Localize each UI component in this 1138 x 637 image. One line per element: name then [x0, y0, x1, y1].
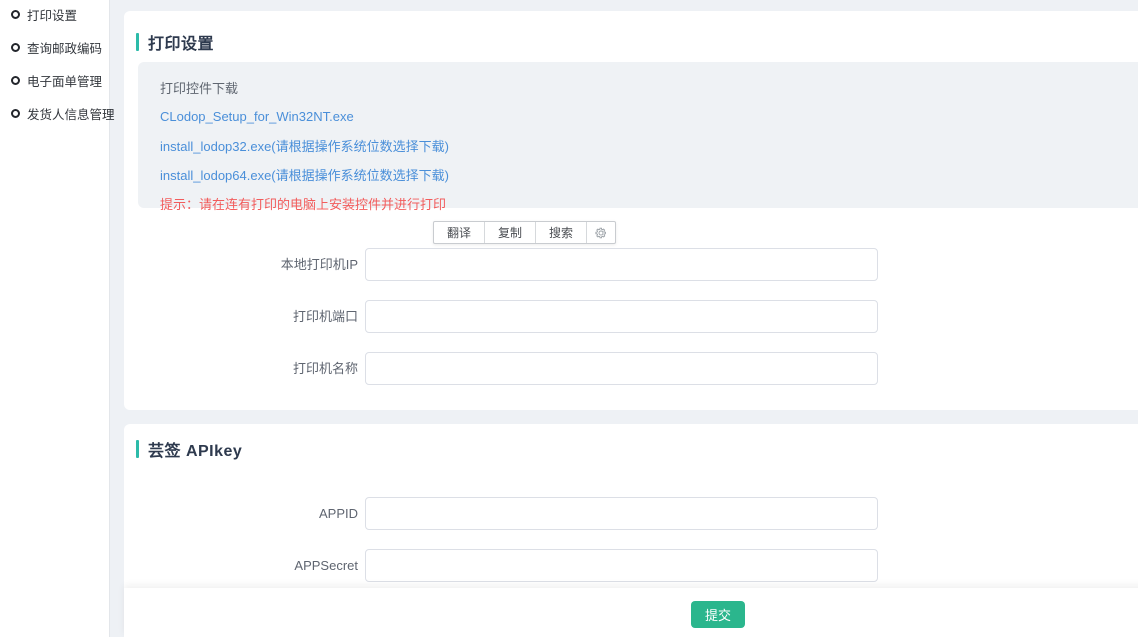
- print-settings-title: 打印设置: [136, 30, 214, 54]
- copy-button[interactable]: 复制: [484, 222, 535, 243]
- sidebar: 打印设置 查询邮政编码 电子面单管理 发货人信息管理: [0, 0, 110, 637]
- circle-bullet-icon: [11, 76, 20, 85]
- appid-input[interactable]: [365, 497, 878, 530]
- circle-bullet-icon: [11, 10, 20, 19]
- form-row-appid: APPID: [124, 497, 1138, 530]
- appsecret-input[interactable]: [365, 549, 878, 582]
- circle-bullet-icon: [11, 43, 20, 52]
- printer-port-label: 打印机端口: [124, 300, 358, 333]
- print-control-download-box: 打印控件下载 CLodop_Setup_for_Win32NT.exe inst…: [138, 62, 1138, 208]
- form-row-printer-port: 打印机端口: [124, 300, 1138, 333]
- search-button[interactable]: 搜索: [535, 222, 586, 243]
- sidebar-item-label: 发货人信息管理: [27, 104, 115, 123]
- sidebar-item-label: 查询邮政编码: [27, 38, 102, 57]
- appsecret-label: APPSecret: [124, 549, 358, 582]
- translate-button[interactable]: 翻译: [434, 222, 484, 243]
- apikey-title: 芸签 APIkey: [136, 437, 242, 461]
- download-link-lodop32[interactable]: install_lodop32.exe(请根据操作系统位数选择下载): [160, 131, 1138, 160]
- sidebar-item-ewaybill-management[interactable]: 电子面单管理: [0, 70, 109, 90]
- print-settings-card: 打印设置 打印控件下载 CLodop_Setup_for_Win32NT.exe…: [124, 11, 1138, 410]
- sidebar-item-postal-code-query[interactable]: 查询邮政编码: [0, 37, 109, 57]
- form-row-printer-name: 打印机名称: [124, 352, 1138, 385]
- install-tip-text: 提示：请在连有打印的电脑上安装控件并进行打印: [160, 189, 1138, 218]
- page: 打印设置 查询邮政编码 电子面单管理 发货人信息管理 打印设置 打印控件下载 C…: [0, 0, 1138, 637]
- printer-ip-input[interactable]: [365, 248, 878, 281]
- submit-button[interactable]: 提交: [691, 601, 745, 628]
- circle-bullet-icon: [11, 109, 20, 118]
- printer-port-input[interactable]: [365, 300, 878, 333]
- appid-label: APPID: [124, 497, 358, 530]
- sidebar-item-print-settings[interactable]: 打印设置: [0, 4, 109, 24]
- form-footer: 提交: [124, 588, 1138, 637]
- download-link-clodop[interactable]: CLodop_Setup_for_Win32NT.exe: [160, 102, 1138, 131]
- sidebar-item-label: 打印设置: [27, 5, 77, 24]
- form-row-printer-ip: 本地打印机IP: [124, 248, 1138, 281]
- printer-name-input[interactable]: [365, 352, 878, 385]
- gear-icon[interactable]: [586, 222, 615, 243]
- printer-ip-label: 本地打印机IP: [124, 248, 358, 281]
- title-accent-bar: [136, 33, 139, 51]
- sidebar-item-label: 电子面单管理: [27, 71, 102, 90]
- text-selection-popup: 翻译 复制 搜索: [433, 221, 616, 244]
- title-accent-bar: [136, 440, 139, 458]
- page-title: 打印设置: [148, 30, 214, 54]
- sidebar-item-shipper-info-management[interactable]: 发货人信息管理: [0, 103, 109, 123]
- download-link-lodop64[interactable]: install_lodop64.exe(请根据操作系统位数选择下载): [160, 160, 1138, 189]
- download-box-heading: 打印控件下载: [160, 73, 1138, 102]
- section-title-text: 芸签 APIkey: [148, 437, 242, 461]
- printer-name-label: 打印机名称: [124, 352, 358, 385]
- form-row-appsecret: APPSecret: [124, 549, 1138, 582]
